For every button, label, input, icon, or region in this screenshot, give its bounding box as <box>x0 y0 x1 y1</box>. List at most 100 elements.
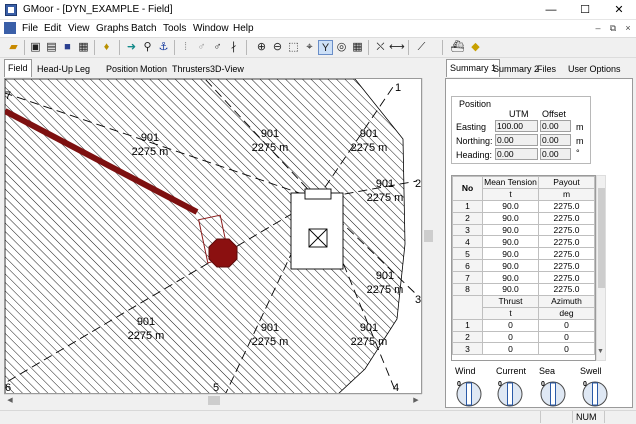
results-grid[interactable]: No Mean Tension Payout t m 1 90.0 2275.0 2… <box>451 175 596 361</box>
print-preview-icon[interactable]: ▤ <box>44 40 59 55</box>
tab-files[interactable]: Files <box>534 61 559 77</box>
scroll-right-icon[interactable]: ▶ <box>410 395 422 407</box>
table-row[interactable]: 8 90.0 2275.0 <box>452 283 595 296</box>
anchor-icon[interactable]: ⚲ <box>140 40 155 55</box>
table-row[interactable]: 6 90.0 2275.0 <box>452 259 595 273</box>
mdi-close-button[interactable]: × <box>621 22 635 35</box>
document-icon[interactable] <box>4 22 16 34</box>
menu-edit[interactable]: Edit <box>44 23 61 34</box>
payout-cell[interactable]: 2275.0 <box>538 271 595 285</box>
maximize-button[interactable]: ☐ <box>568 0 602 20</box>
mdi-restore-button[interactable]: ⧉ <box>606 22 620 35</box>
link-icon[interactable]: ♂ <box>210 40 225 55</box>
open-folder-icon[interactable]: ▰ <box>6 40 21 55</box>
azimuth-cell[interactable]: 0 <box>538 330 595 344</box>
thrust-cell[interactable]: 0 <box>482 342 539 356</box>
tab-3d-view[interactable]: 3D-View <box>207 61 247 77</box>
easting-offset-field[interactable]: 0.00 <box>540 120 571 132</box>
line-tool-icon[interactable]: ⟋ <box>414 40 429 55</box>
payout-cell[interactable]: 2275.0 <box>538 211 595 225</box>
thrust-cell[interactable]: 0 <box>482 318 539 332</box>
tab-leg[interactable]: Leg <box>72 61 93 77</box>
field-canvas[interactable]: 901 2275 m 901 2275 m 901 2275 m 901 227… <box>5 79 422 394</box>
select-tool-icon[interactable]: Y <box>318 40 333 55</box>
table-row[interactable]: 7 90.0 2275.0 <box>452 271 595 285</box>
zoom-out-icon[interactable]: ⊖ <box>270 40 285 55</box>
table-row[interactable]: 3 90.0 2275.0 <box>452 223 595 237</box>
person-icon[interactable]: ⛌ <box>373 40 388 55</box>
heading-offset-field[interactable]: 0.00 <box>540 148 571 160</box>
current-dial-icon[interactable]: 0 <box>495 377 525 407</box>
heading-utm-field[interactable]: 0.00 <box>495 148 538 160</box>
tab-user-options[interactable]: User Options <box>565 61 624 77</box>
app-icon[interactable] <box>5 4 17 16</box>
tension-cell[interactable]: 90.0 <box>482 199 539 213</box>
print-icon[interactable]: ▣ <box>28 40 43 55</box>
tab-head-up[interactable]: Head-Up <box>34 61 76 77</box>
export-icon[interactable]: ▦ <box>76 40 91 55</box>
scroll-thumb[interactable] <box>424 230 433 242</box>
payout-cell[interactable]: 2275.0 <box>538 283 595 296</box>
table-row[interactable]: 200 <box>452 330 595 344</box>
save-icon[interactable]: ■ <box>60 40 75 55</box>
menu-graphs[interactable]: Graphs <box>96 23 129 34</box>
field-vertical-scrollbar[interactable] <box>422 78 434 394</box>
tension-cell[interactable]: 90.0 <box>482 235 539 249</box>
table-row[interactable]: 5 90.0 2275.0 <box>452 247 595 261</box>
tension-cell[interactable]: 90.0 <box>482 271 539 285</box>
vessel-outline[interactable] <box>290 188 344 270</box>
pan-icon[interactable]: ⌖ <box>302 40 317 55</box>
tab-motion[interactable]: Motion <box>137 61 170 77</box>
table-row[interactable]: 4 90.0 2275.0 <box>452 235 595 249</box>
tension-cell[interactable]: 90.0 <box>482 283 539 296</box>
field-horizontal-scrollbar[interactable]: ◀ ▶ <box>4 394 422 406</box>
grid-vertical-scrollbar[interactable]: ▼ <box>596 175 606 361</box>
scroll-down-icon[interactable]: ▼ <box>597 348 604 355</box>
northing-utm-field[interactable]: 0.00 <box>495 134 538 146</box>
wind-dial-icon[interactable]: 0 <box>454 377 484 407</box>
tension-cell[interactable]: 90.0 <box>482 223 539 237</box>
azimuth-cell[interactable]: 0 <box>538 342 595 356</box>
payout-cell[interactable]: 2275.0 <box>538 199 595 213</box>
northing-offset-field[interactable]: 0.00 <box>540 134 571 146</box>
azimuth-cell[interactable]: 0 <box>538 318 595 332</box>
grid-icon[interactable]: ▦ <box>350 40 365 55</box>
vessel-icon[interactable]: ⛴ <box>450 40 465 55</box>
tension-cell[interactable]: 90.0 <box>482 211 539 225</box>
run-arrow-icon[interactable]: ➜ <box>124 40 139 55</box>
thrust-cell[interactable]: 0 <box>482 330 539 344</box>
scroll-thumb[interactable] <box>208 396 220 405</box>
menu-file[interactable]: File <box>22 23 38 34</box>
measure-icon[interactable]: ⟷ <box>389 40 405 55</box>
menu-window[interactable]: Window <box>193 23 229 34</box>
tab-field[interactable]: Field <box>4 59 32 77</box>
scroll-left-icon[interactable]: ◀ <box>4 395 16 407</box>
easting-utm-field[interactable]: 100.00 <box>495 120 538 132</box>
menu-help[interactable]: Help <box>233 23 254 34</box>
scroll-thumb[interactable] <box>598 188 605 288</box>
tension-cell[interactable]: 90.0 <box>482 247 539 261</box>
mooring-icon[interactable]: ⚓ <box>156 40 171 55</box>
tension-cell[interactable]: 90.0 <box>482 259 539 273</box>
minimize-button[interactable]: — <box>534 0 568 20</box>
mdi-minimize-button[interactable]: – <box>591 22 605 35</box>
tab-position[interactable]: Position <box>103 61 141 77</box>
payout-cell[interactable]: 2275.0 <box>538 247 595 261</box>
field-view[interactable]: 901 2275 m 901 2275 m 901 2275 m 901 227… <box>4 78 422 394</box>
menu-tools[interactable]: Tools <box>163 23 186 34</box>
table-row[interactable]: 300 <box>452 342 595 356</box>
swell-dial-icon[interactable]: 0 <box>580 377 610 407</box>
table-row[interactable]: 2 90.0 2275.0 <box>452 211 595 225</box>
target-icon[interactable]: ◎ <box>334 40 349 55</box>
menu-batch[interactable]: Batch <box>131 23 157 34</box>
zoom-in-icon[interactable]: ⊕ <box>254 40 269 55</box>
boat-icon[interactable]: ◆ <box>468 40 483 55</box>
scale-icon[interactable]: ∤ <box>226 40 241 55</box>
payout-cell[interactable]: 2275.0 <box>538 235 595 249</box>
table-row[interactable]: 100 <box>452 318 595 332</box>
zoom-box-icon[interactable]: ⬚ <box>286 40 301 55</box>
sea-dial-icon[interactable]: 0 <box>538 377 568 407</box>
payout-cell[interactable]: 2275.0 <box>538 259 595 273</box>
close-button[interactable]: ✕ <box>602 0 636 20</box>
help-icon[interactable]: ♦ <box>99 40 114 55</box>
